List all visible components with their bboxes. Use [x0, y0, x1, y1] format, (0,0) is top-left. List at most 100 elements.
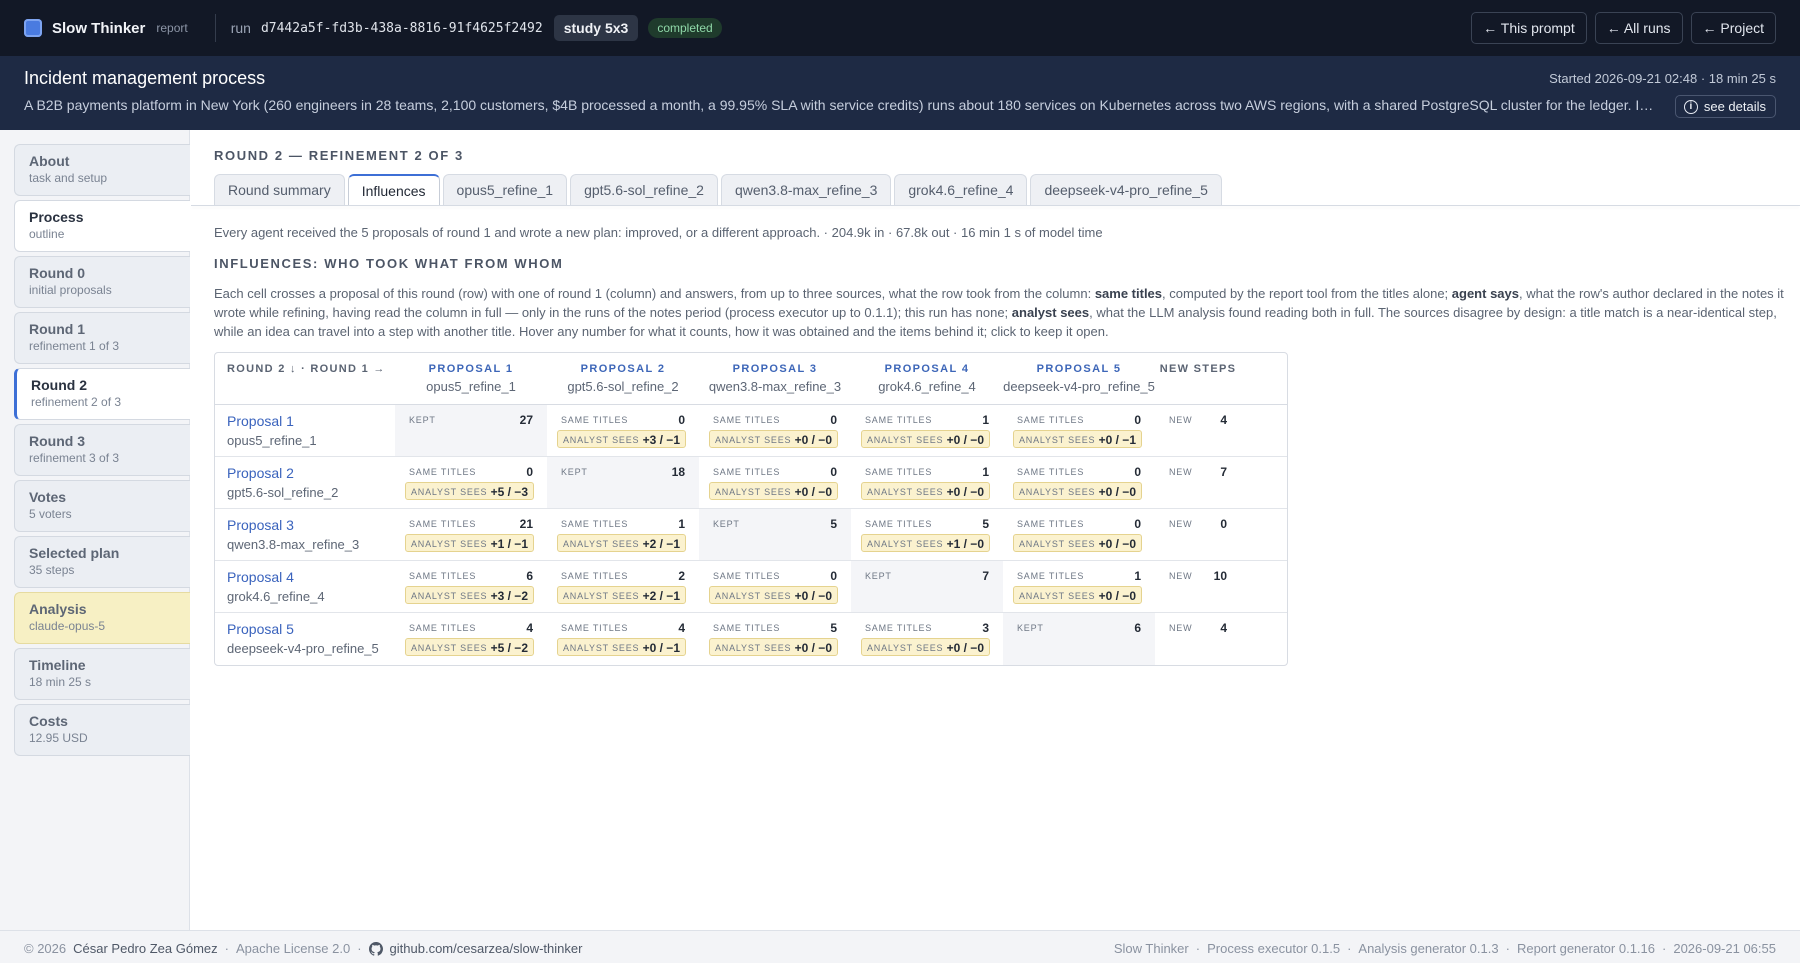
analyst-sees-value[interactable]: +0 / −0: [1099, 537, 1136, 551]
back-to-prompt-button[interactable]: ← This prompt: [1471, 12, 1587, 44]
analyst-sees-value[interactable]: +5 / −2: [491, 641, 528, 655]
row-proposal-link[interactable]: Proposal 2: [227, 465, 395, 481]
analyst-sees-value[interactable]: +2 / −1: [643, 589, 680, 603]
sidebar-item-about[interactable]: About task and setup: [14, 144, 190, 196]
sidebar-item-selected-plan[interactable]: Selected plan 35 steps: [14, 536, 190, 588]
license-link[interactable]: Apache License 2.0: [236, 941, 350, 956]
sidebar-item-round-2[interactable]: Round 2 refinement 2 of 3: [14, 368, 190, 420]
analyst-sees-value[interactable]: +3 / −1: [643, 433, 680, 447]
row-proposal-link[interactable]: Proposal 1: [227, 413, 395, 429]
sidebar-item-round-3[interactable]: Round 3 refinement 3 of 3: [14, 424, 190, 476]
sidebar-item-timeline[interactable]: Timeline 18 min 25 s: [14, 648, 190, 700]
analyst-sees-badge: ANALYST SEES +3 / −2: [405, 586, 534, 604]
version-info: Slow Thinker · Process executor 0.1.5 · Anal…: [1114, 941, 1776, 956]
same-titles-value[interactable]: 3: [982, 621, 989, 635]
same-titles-value[interactable]: 0: [830, 465, 837, 479]
same-titles-value[interactable]: 0: [678, 413, 685, 427]
analyst-sees-value[interactable]: +1 / −1: [491, 537, 528, 551]
analyst-sees-value[interactable]: +0 / −0: [795, 641, 832, 655]
analyst-sees-value[interactable]: +0 / −1: [643, 641, 680, 655]
analyst-sees-badge: ANALYST SEES +0 / −0: [709, 430, 838, 448]
same-titles-value[interactable]: 0: [1134, 517, 1141, 531]
same-titles-value[interactable]: 0: [830, 413, 837, 427]
same-titles-value[interactable]: 1: [982, 465, 989, 479]
analyst-sees-value[interactable]: +1 / −0: [947, 537, 984, 551]
analyst-sees-value[interactable]: +0 / −1: [1099, 433, 1136, 447]
same-titles-value[interactable]: 4: [678, 621, 685, 635]
study-badge: study 5x3: [553, 15, 639, 41]
analyst-sees-badge: ANALYST SEES +2 / −1: [557, 534, 686, 552]
kept-value[interactable]: 5: [830, 517, 837, 531]
same-titles-value[interactable]: 0: [1134, 413, 1141, 427]
sidebar-item-costs[interactable]: Costs 12.95 USD: [14, 704, 190, 756]
same-titles-value[interactable]: 5: [830, 621, 837, 635]
new-steps-value[interactable]: 4: [1220, 621, 1227, 635]
same-titles-value[interactable]: 0: [526, 465, 533, 479]
new-steps-value[interactable]: 4: [1220, 413, 1227, 427]
sidebar-item-round-0[interactable]: Round 0 initial proposals: [14, 256, 190, 308]
column-proposal-label[interactable]: PROPOSAL 3: [699, 363, 851, 375]
same-titles-label: SAME TITLES: [1017, 467, 1085, 477]
analyst-sees-value[interactable]: +2 / −1: [643, 537, 680, 551]
tab-grok4-6-refine-4[interactable]: grok4.6_refine_4: [894, 174, 1028, 205]
analyst-sees-value[interactable]: +0 / −0: [947, 641, 984, 655]
row-proposal-link[interactable]: Proposal 4: [227, 569, 395, 585]
tab-influences[interactable]: Influences: [347, 174, 440, 205]
kept-value[interactable]: 27: [520, 413, 533, 427]
analyst-sees-value[interactable]: +3 / −2: [491, 589, 528, 603]
tab-deepseek-v4-pro-refine-5[interactable]: deepseek-v4-pro_refine_5: [1030, 174, 1222, 205]
same-titles-value[interactable]: 21: [520, 517, 533, 531]
tab-gpt5-6-sol-refine-2[interactable]: gpt5.6-sol_refine_2: [570, 174, 718, 205]
sidebar-item-analysis[interactable]: Analysis claude-opus-5: [14, 592, 190, 644]
column-proposal-label[interactable]: PROPOSAL 5: [1003, 363, 1155, 375]
analyst-sees-value[interactable]: +0 / −0: [1099, 589, 1136, 603]
sidebar-item-votes[interactable]: Votes 5 voters: [14, 480, 190, 532]
matrix-row: Proposal 5 deepseek-v4-pro_refine_5 SAME T…: [215, 613, 1287, 665]
sidebar-item-process[interactable]: Process outline: [14, 200, 190, 252]
same-titles-value[interactable]: 1: [1134, 569, 1141, 583]
column-proposal-label[interactable]: PROPOSAL 1: [395, 363, 547, 375]
same-titles-label: SAME TITLES: [865, 519, 933, 529]
column-proposal-label[interactable]: PROPOSAL 4: [851, 363, 1003, 375]
row-proposal-link[interactable]: Proposal 5: [227, 621, 395, 637]
analyst-sees-value[interactable]: +0 / −0: [795, 433, 832, 447]
new-steps-value[interactable]: 0: [1220, 517, 1227, 531]
tab-qwen3-8-max-refine-3[interactable]: qwen3.8-max_refine_3: [720, 174, 892, 205]
analyst-sees-value[interactable]: +0 / −0: [795, 485, 832, 499]
repo-link[interactable]: github.com/cesarzea/slow-thinker: [390, 941, 583, 956]
kept-value[interactable]: 7: [982, 569, 989, 583]
analyst-sees-value[interactable]: +0 / −0: [795, 589, 832, 603]
same-titles-value[interactable]: 1: [678, 517, 685, 531]
same-titles-value[interactable]: 2: [678, 569, 685, 583]
row-proposal-link[interactable]: Proposal 3: [227, 517, 395, 533]
same-titles-value[interactable]: 0: [1134, 465, 1141, 479]
same-titles-value[interactable]: 0: [830, 569, 837, 583]
desc-term-same-titles: same titles: [1094, 286, 1163, 301]
same-titles-label: SAME TITLES: [713, 571, 781, 581]
sidebar-item-subtitle: refinement 1 of 3: [29, 339, 120, 353]
new-steps-value[interactable]: 7: [1220, 465, 1227, 479]
analyst-sees-value[interactable]: +0 / −0: [947, 485, 984, 499]
all-runs-button[interactable]: ← All runs: [1594, 12, 1683, 44]
tab-opus5-refine-1[interactable]: opus5_refine_1: [442, 174, 568, 205]
analyst-sees-value[interactable]: +0 / −0: [1099, 485, 1136, 499]
column-proposal-label[interactable]: PROPOSAL 2: [547, 363, 699, 375]
analyst-sees-value[interactable]: +0 / −0: [947, 433, 984, 447]
analyst-sees-value[interactable]: +5 / −3: [491, 485, 528, 499]
same-titles-value[interactable]: 5: [982, 517, 989, 531]
same-titles-value[interactable]: 6: [526, 569, 533, 583]
new-steps-value[interactable]: 10: [1214, 569, 1227, 583]
info-icon: i: [1683, 99, 1698, 114]
same-titles-value[interactable]: 1: [982, 413, 989, 427]
row-model-name: qwen3.8-max_refine_3: [227, 537, 360, 552]
sidebar-item-round-1[interactable]: Round 1 refinement 1 of 3: [14, 312, 190, 364]
tab-round-summary[interactable]: Round summary: [214, 174, 345, 205]
same-titles-value[interactable]: 4: [526, 621, 533, 635]
kept-value[interactable]: 6: [1134, 621, 1141, 635]
kept-value[interactable]: 18: [672, 465, 685, 479]
column-header: PROPOSAL 4 grok4.6_refine_4: [851, 353, 1003, 404]
see-details-button[interactable]: i see details: [1674, 95, 1776, 118]
author-link[interactable]: César Pedro Zea Gómez: [73, 941, 218, 956]
project-button[interactable]: ← Project: [1690, 12, 1776, 44]
sidebar-item-title: Votes: [29, 489, 67, 505]
